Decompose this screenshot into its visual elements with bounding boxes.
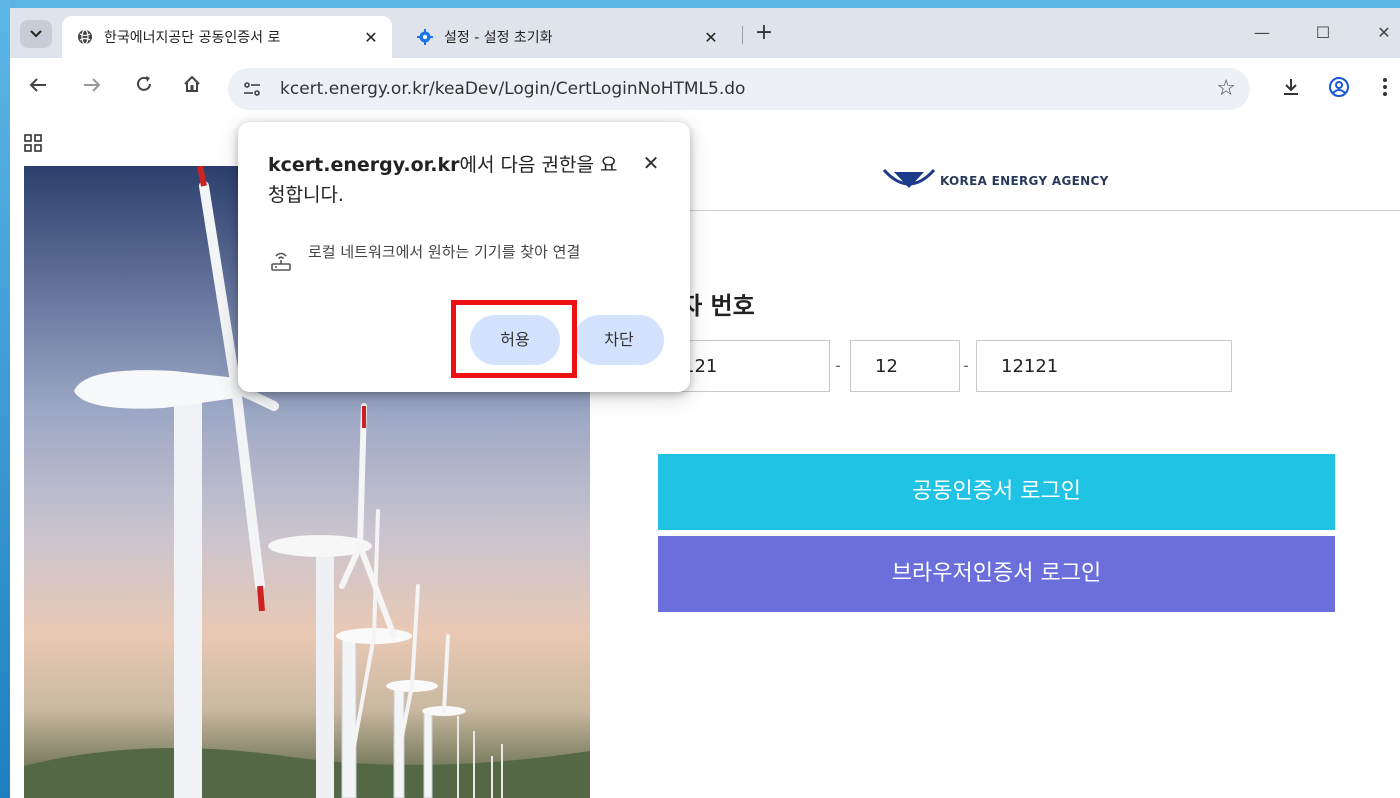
desktop-frame-top <box>0 0 1400 8</box>
site-info-icon[interactable] <box>240 77 264 101</box>
browser-toolbar: kcert.energy.or.kr/keaDev/Login/CertLogi… <box>10 58 1400 120</box>
apps-grid-icon[interactable] <box>24 134 42 156</box>
tab-separator <box>742 26 743 44</box>
close-icon[interactable]: ✕ <box>638 150 664 176</box>
arrow-right-icon <box>83 77 101 98</box>
block-button[interactable]: 차단 <box>574 315 664 365</box>
address-bar[interactable]: kcert.energy.or.kr/keaDev/Login/CertLogi… <box>228 68 1250 110</box>
url-text: kcert.energy.or.kr/keaDev/Login/CertLogi… <box>280 79 746 99</box>
minimize-button[interactable]: — <box>1242 18 1282 48</box>
maximize-button[interactable]: ☐ <box>1303 18 1343 48</box>
more-vert-icon <box>1382 77 1388 101</box>
menu-button[interactable] <box>1370 74 1400 104</box>
cert-login-button[interactable]: 공동인증서 로그인 <box>658 454 1335 530</box>
download-icon <box>1281 77 1301 101</box>
new-tab-button[interactable]: + <box>750 20 778 48</box>
permission-description: 로컬 네트워크에서 원하는 기기를 찾아 연결 <box>308 243 581 261</box>
highlight-box <box>451 300 577 378</box>
tab-search-button[interactable] <box>20 20 52 48</box>
close-window-button[interactable]: ✕ <box>1364 18 1400 48</box>
forward-button[interactable] <box>78 74 106 102</box>
agency-name: KOREA ENERGY AGENCY <box>940 174 1109 188</box>
home-button[interactable] <box>178 74 206 102</box>
browser-cert-login-button[interactable]: 브라우저인증서 로그인 <box>658 536 1335 612</box>
close-tab-icon[interactable]: ✕ <box>360 26 382 48</box>
back-button[interactable] <box>24 74 52 102</box>
close-tab-icon[interactable]: ✕ <box>700 26 722 48</box>
browser-window: 한국에너지공단 공동인증서 로 ✕ 설정 - 설정 초기화 ✕ + — ☐ ✕ <box>10 8 1400 798</box>
home-icon <box>183 75 201 98</box>
profile-icon <box>1328 76 1350 102</box>
tab-title: 한국에너지공단 공동인증서 로 <box>104 30 281 46</box>
bookmark-star-icon[interactable]: ☆ <box>1216 76 1236 101</box>
arrow-left-icon <box>29 77 47 98</box>
page-content: KOREA ENERGY AGENCY 업자 번호 121 - 12 - 121… <box>10 166 1400 798</box>
header-divider <box>590 210 1400 211</box>
reload-icon <box>135 76 153 98</box>
bookmarks-bar <box>10 120 1400 167</box>
tab-kea-login[interactable]: 한국에너지공단 공동인증서 로 ✕ <box>62 16 392 58</box>
kea-logo-icon <box>880 168 938 194</box>
business-number-part3[interactable]: 12121 <box>976 340 1232 392</box>
local-network-icon <box>270 250 292 276</box>
popup-title: kcert.energy.or.kr에서 다음 권한을 요청합니다. <box>268 150 628 210</box>
globe-icon <box>76 28 94 46</box>
profile-button[interactable] <box>1324 74 1354 104</box>
reload-button[interactable] <box>130 74 158 102</box>
download-button[interactable] <box>1276 74 1306 104</box>
chevron-down-icon <box>30 27 42 42</box>
dash-separator: - <box>963 356 969 375</box>
gear-icon <box>416 28 434 46</box>
tab-settings[interactable]: 설정 - 설정 초기화 ✕ <box>402 16 732 58</box>
tab-title: 설정 - 설정 초기화 <box>444 30 553 46</box>
desktop-frame-left <box>0 0 10 798</box>
popup-domain: kcert.energy.or.kr <box>268 154 460 176</box>
business-number-part2[interactable]: 12 <box>850 340 960 392</box>
dash-separator: - <box>835 356 841 375</box>
tab-strip: 한국에너지공단 공동인증서 로 ✕ 설정 - 설정 초기화 ✕ + — ☐ ✕ <box>10 8 1400 58</box>
